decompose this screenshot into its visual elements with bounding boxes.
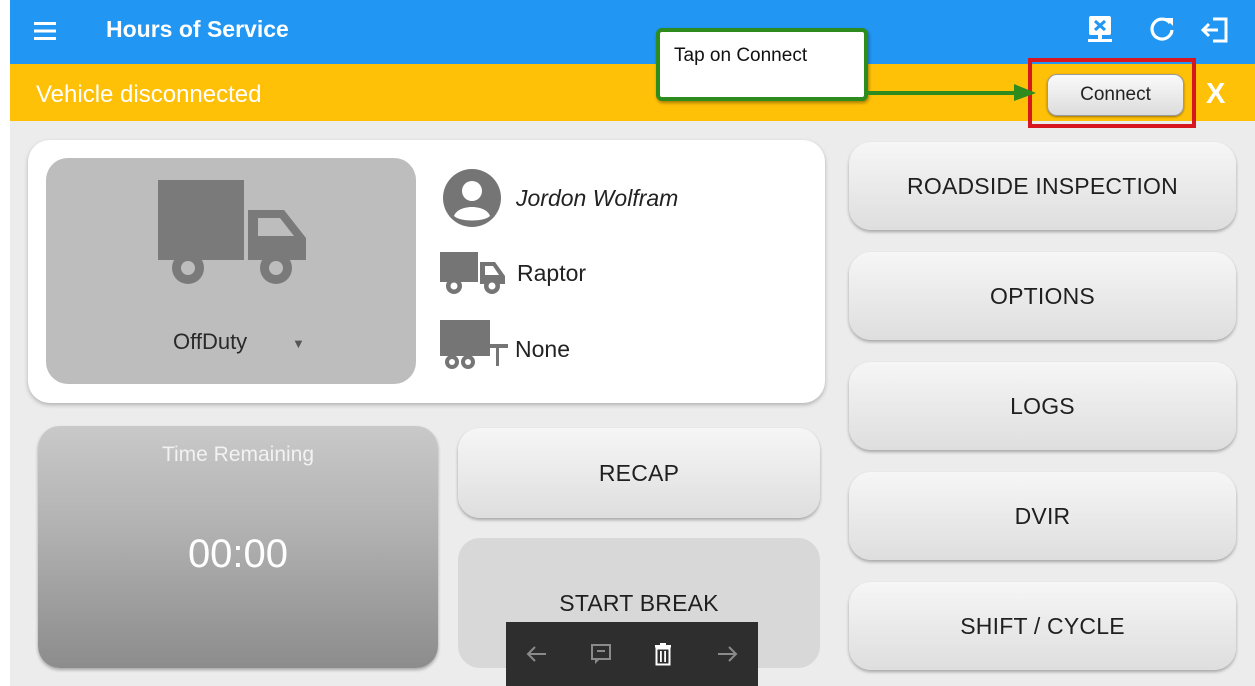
app-bar: Hours of Service: [10, 0, 1255, 64]
menu-icon[interactable]: [32, 14, 60, 48]
arrow-right-icon[interactable]: [714, 641, 740, 667]
logout-icon[interactable]: [1200, 14, 1230, 44]
banner-close-button[interactable]: X: [1206, 78, 1225, 111]
trailer-icon[interactable]: [438, 318, 510, 372]
bottom-toolbar: [506, 622, 758, 686]
roadside-inspection-button[interactable]: ROADSIDE INSPECTION: [849, 142, 1236, 230]
disconnect-icon[interactable]: [1085, 14, 1115, 44]
comment-icon[interactable]: [588, 641, 614, 667]
trailer-name[interactable]: None: [515, 336, 570, 363]
callout-text: Tap on Connect: [674, 45, 808, 66]
driver-name: Jordon Wolfram: [516, 185, 679, 211]
dropdown-caret-icon: ▼: [292, 336, 305, 351]
time-remaining-value: 00:00: [187, 532, 289, 576]
vehicle-name[interactable]: Raptor: [517, 260, 586, 287]
truck-icon: [158, 180, 306, 284]
duty-status-value: OffDuty: [173, 329, 248, 354]
app-screen: Hours of Service Vehicle disconnected Co…: [10, 0, 1255, 686]
driver-avatar-icon: [443, 169, 501, 227]
arrow-left-icon[interactable]: [524, 641, 550, 667]
recap-button[interactable]: RECAP: [458, 428, 820, 518]
connect-button[interactable]: Connect: [1047, 74, 1184, 116]
callout-arrow-icon: [868, 84, 1036, 101]
app-title: Hours of Service: [106, 16, 289, 42]
vehicle-icon[interactable]: [440, 248, 506, 296]
time-remaining-label: Time Remaining: [161, 443, 315, 466]
dvir-button[interactable]: DVIR: [849, 472, 1236, 560]
refresh-icon[interactable]: [1147, 14, 1177, 44]
trash-icon[interactable]: [650, 641, 676, 667]
options-button[interactable]: OPTIONS: [849, 252, 1236, 340]
logs-button[interactable]: LOGS: [849, 362, 1236, 450]
shift-cycle-button[interactable]: SHIFT / CYCLE: [849, 582, 1236, 670]
instruction-callout: Tap on Connect: [656, 28, 868, 101]
vehicle-status-text: Vehicle disconnected: [36, 81, 262, 108]
